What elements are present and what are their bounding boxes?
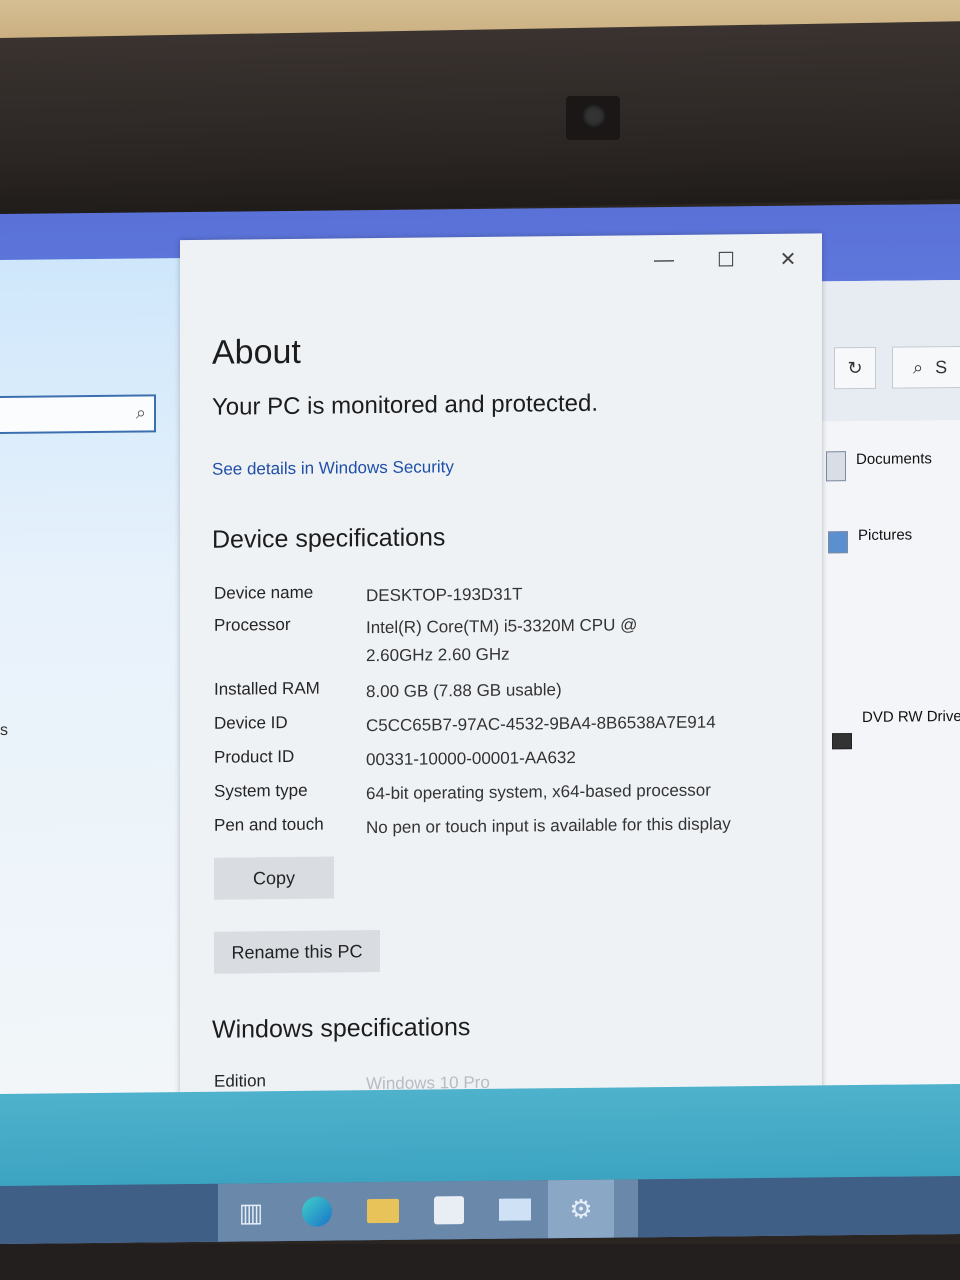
spec-label: Installed RAM <box>214 678 320 699</box>
settings-search-box[interactable]: ⌕ <box>0 394 156 435</box>
spec-row-product-id: Product ID 00331-10000-00001-AA632 <box>214 742 794 776</box>
settings-icon[interactable]: ⚙ <box>548 1179 614 1239</box>
explorer-item-dvd-drive[interactable]: DVD RW Drive <box>862 708 960 726</box>
mail-icon[interactable] <box>482 1180 548 1239</box>
maximize-button[interactable]: ☐ <box>704 244 748 274</box>
explorer-item-documents[interactable]: Documents <box>856 450 932 468</box>
webcam-lens <box>582 104 606 128</box>
spec-row-processor: Processor Intel(R) Core(TM) i5-3320M CPU… <box>214 610 794 672</box>
spec-row-device-name: Device name DESKTOP-193D31T <box>214 578 794 612</box>
search-icon: ⌕ <box>913 356 924 377</box>
explorer-item-pictures[interactable]: Pictures <box>858 526 912 544</box>
explorer-search-fragment: S <box>935 356 948 377</box>
windows-specifications-heading: Windows specifications <box>212 1013 471 1044</box>
explorer-search-box[interactable]: ⌕ S <box>892 345 960 389</box>
pictures-folder-icon <box>828 531 848 554</box>
task-view-icon[interactable]: ▥ <box>218 1183 284 1242</box>
spec-label: Processor <box>214 614 291 635</box>
page-title: About <box>212 332 301 372</box>
spec-value: 64-bit operating system, x64-based proce… <box>366 780 711 804</box>
close-icon: ✕ <box>779 248 797 271</box>
spec-value: No pen or touch input is available for t… <box>366 814 731 838</box>
security-status: Your PC is monitored and protected. <box>212 389 599 421</box>
search-icon: ⌕ <box>135 402 146 423</box>
edge-icon[interactable] <box>284 1182 350 1241</box>
rename-pc-button[interactable]: Rename this PC <box>214 930 380 974</box>
taskbar-pinned-apps: ▥ ⚙ <box>218 1179 638 1242</box>
spec-value: Intel(R) Core(TM) i5-3320M CPU @ 2.60GHz… <box>366 615 638 666</box>
spec-row-system-type: System type 64-bit operating system, x64… <box>214 776 794 810</box>
settings-nav-fragment: s <box>0 721 8 739</box>
refresh-button[interactable]: ↻ <box>834 346 876 390</box>
spec-label: Product ID <box>214 746 295 767</box>
documents-folder-icon <box>826 451 846 482</box>
spec-value: 8.00 GB (7.88 GB usable) <box>366 680 562 702</box>
minimize-button[interactable]: — <box>642 245 686 275</box>
spec-row-pen-and-touch: Pen and touch No pen or touch input is a… <box>214 810 794 844</box>
spec-label: Device ID <box>214 712 288 733</box>
laptop-bezel-top <box>0 21 960 217</box>
dvd-drive-icon <box>832 733 852 750</box>
file-explorer-background: ↻ ⌕ S Documents Pictures DVD RW Drive <box>822 279 960 1092</box>
windows-security-link[interactable]: See details in Windows Security <box>212 457 454 480</box>
device-specifications-heading: Device specifications <box>212 523 446 554</box>
copy-button[interactable]: Copy <box>214 856 334 900</box>
spec-value: C5CC65B7-97AC-4532-9BA4-8B6538A7E914 <box>366 712 716 736</box>
spec-value: 00331-10000-00001-AA632 <box>366 747 576 770</box>
minimize-icon: — <box>654 248 674 271</box>
spec-row-device-id: Device ID C5CC65B7-97AC-4532-9BA4-8B6538… <box>214 708 794 742</box>
settings-window-background: ⌕ s <box>0 258 190 1100</box>
laptop-bezel-bottom <box>0 1244 960 1280</box>
spec-value: DESKTOP-193D31T <box>366 584 523 606</box>
maximize-icon: ☐ <box>717 248 735 271</box>
taskbar: ▥ ⚙ <box>0 1175 960 1244</box>
about-window: — ☐ ✕ About Your PC is monitored and pro… <box>180 233 822 1101</box>
laptop-screen: ⌕ s ↻ ⌕ S Documents Pictures DVD RW Driv… <box>0 203 960 1244</box>
spec-label: System type <box>214 780 308 801</box>
spec-label: Device name <box>214 582 314 603</box>
spec-row-installed-ram: Installed RAM 8.00 GB (7.88 GB usable) <box>214 674 794 708</box>
refresh-icon: ↻ <box>847 357 863 378</box>
spec-label: Pen and touch <box>214 814 324 835</box>
file-explorer-icon[interactable] <box>350 1182 416 1241</box>
close-button[interactable]: ✕ <box>766 244 810 274</box>
store-icon[interactable] <box>416 1181 482 1240</box>
